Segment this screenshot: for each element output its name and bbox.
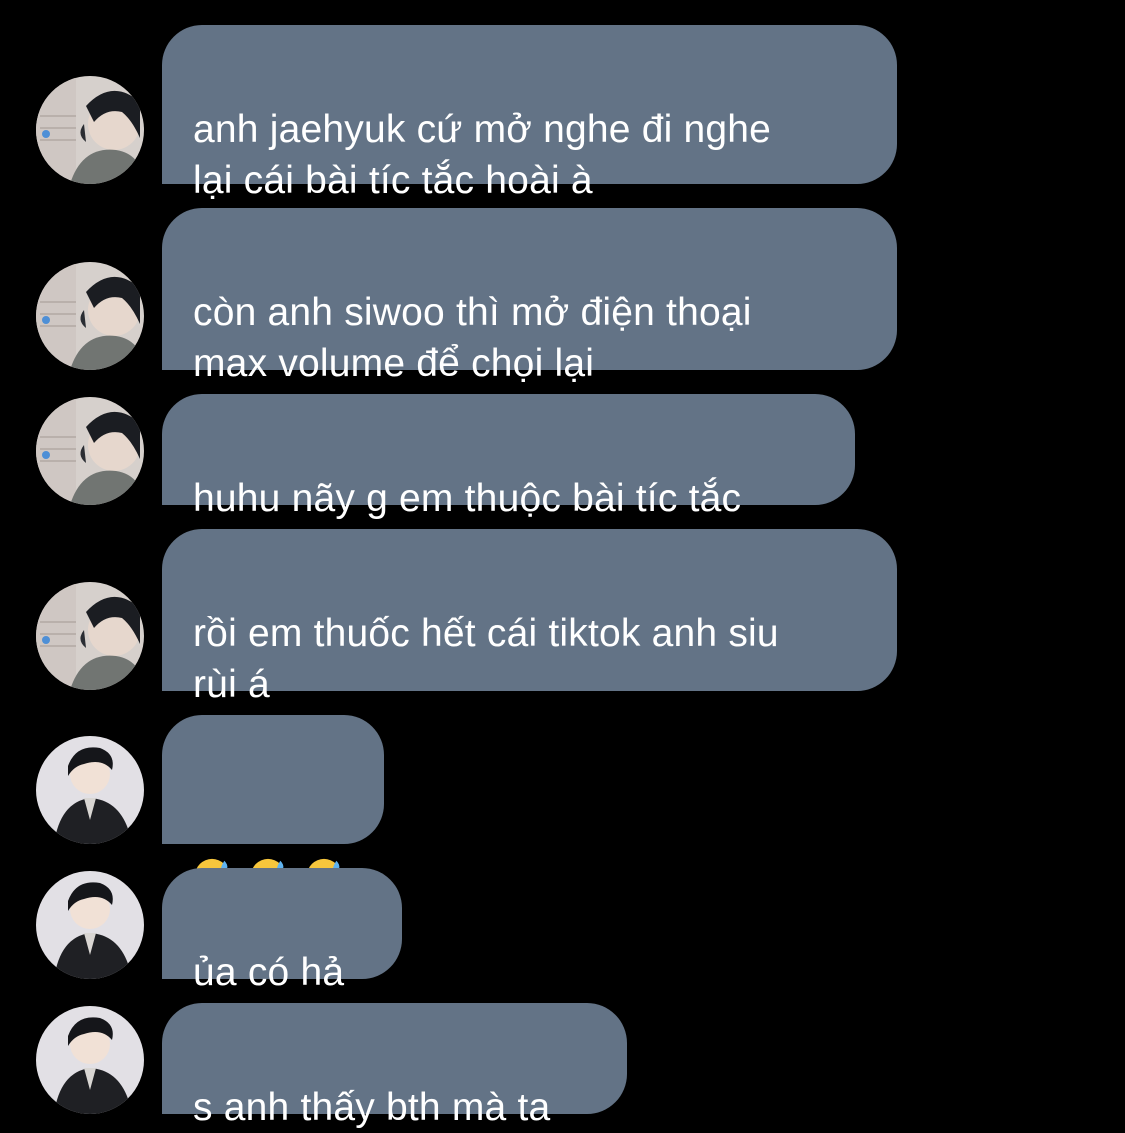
- message-bubble[interactable]: [162, 715, 384, 894]
- message-bubble[interactable]: ủa có hả: [162, 868, 402, 994]
- message-text: s anh thấy bth mà ta: [193, 1086, 551, 1129]
- message-bubble[interactable]: huhu nãy g em thuộc bài tíc tắc: [162, 394, 855, 520]
- message-text: huhu nãy g em thuộc bài tíc tắc: [193, 477, 742, 520]
- message-bubble[interactable]: anh jaehyuk cứ mở nghe đi nghe lại cái b…: [162, 25, 897, 202]
- avatar[interactable]: [36, 1006, 144, 1114]
- message-text: còn anh siwoo thì mở điện thoại max volu…: [193, 291, 752, 385]
- avatar[interactable]: [36, 736, 144, 844]
- avatar[interactable]: [36, 262, 144, 370]
- message-bubble[interactable]: rồi em thuốc hết cái tiktok anh siu rùi …: [162, 529, 897, 706]
- message-bubble[interactable]: còn anh siwoo thì mở điện thoại max volu…: [162, 208, 897, 385]
- avatar[interactable]: [36, 397, 144, 505]
- message-text: anh jaehyuk cứ mở nghe đi nghe lại cái b…: [193, 108, 772, 202]
- avatar[interactable]: [36, 76, 144, 184]
- avatar[interactable]: [36, 582, 144, 690]
- message-text: rồi em thuốc hết cái tiktok anh siu rùi …: [193, 612, 779, 706]
- message-text: ủa có hả: [193, 951, 345, 994]
- message-bubble[interactable]: s anh thấy bth mà ta: [162, 1003, 627, 1129]
- avatar[interactable]: [36, 871, 144, 979]
